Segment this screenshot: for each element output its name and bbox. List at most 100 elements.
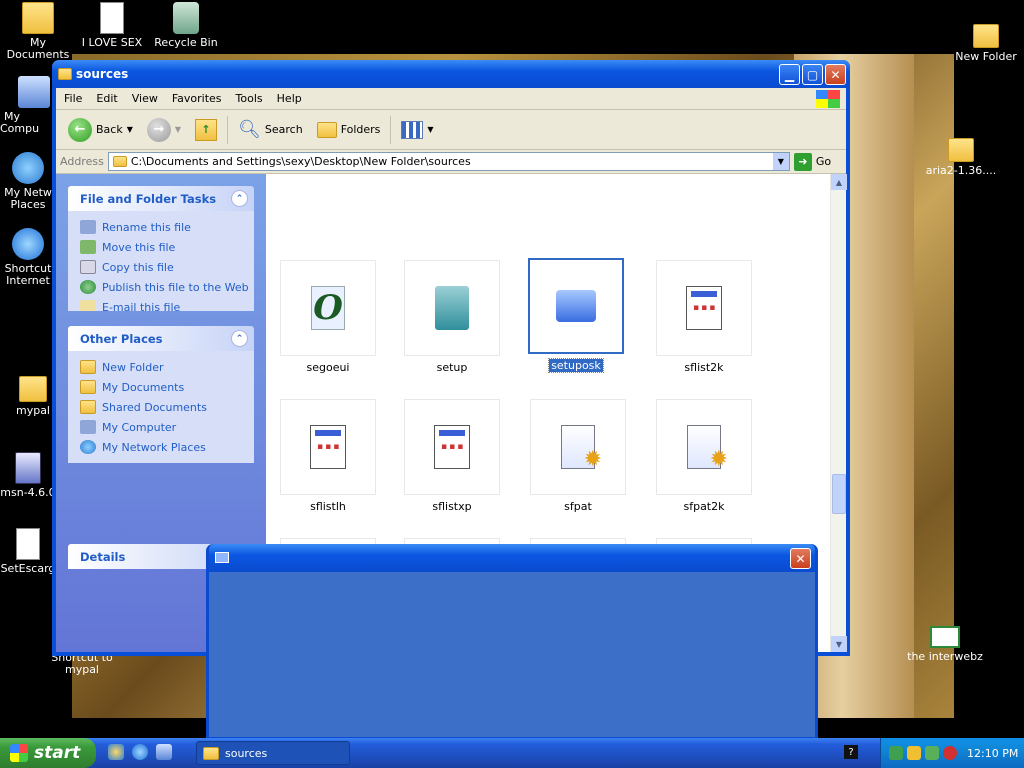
start-button[interactable]: start: [0, 738, 96, 768]
menu-file[interactable]: File: [64, 92, 82, 105]
desktop-icon-new-folder[interactable]: New Folder: [948, 24, 1024, 63]
place-my-network-places[interactable]: My Network Places: [80, 437, 254, 457]
clock[interactable]: 12:10 PM: [967, 747, 1018, 760]
connection-tray-icon[interactable]: [925, 746, 939, 760]
place-new-folder[interactable]: New Folder: [80, 357, 254, 377]
file-item[interactable]: setup: [390, 260, 514, 374]
up-folder-button[interactable]: ↑: [191, 117, 221, 143]
security-shield-icon[interactable]: [907, 746, 921, 760]
folders-icon: [316, 121, 337, 138]
window-title: sources: [76, 67, 129, 81]
move-icon: [80, 240, 96, 254]
maximize-button[interactable]: ▢: [802, 64, 823, 85]
taskbar-button-sources[interactable]: sources: [196, 741, 350, 765]
forward-button[interactable]: → ▼: [143, 116, 185, 144]
quicklaunch-windows-icon[interactable]: [108, 744, 124, 760]
toolbar-separator: [390, 115, 392, 144]
task-copy-file[interactable]: Copy this file: [80, 257, 254, 277]
chevron-down-icon: ▼: [427, 125, 434, 134]
window-titlebar[interactable]: sources ▁ ▢ ✕: [52, 60, 850, 88]
place-my-documents[interactable]: My Documents: [80, 377, 254, 397]
osk-icon: [556, 290, 596, 322]
chevron-down-icon: ▼: [174, 125, 182, 134]
address-value: C:\Documents and Settings\sexy\Desktop\N…: [130, 155, 471, 168]
desktop-icon-setescargot[interactable]: SetEscarg: [0, 528, 56, 575]
menu-bar: File Edit View Favorites Tools Help: [56, 88, 846, 110]
folder-icon: [22, 2, 54, 34]
up-folder-icon: ↑: [195, 118, 218, 141]
close-button[interactable]: ✕: [825, 64, 846, 85]
views-button[interactable]: ▼: [397, 119, 437, 141]
folder-icon: [112, 156, 127, 167]
desktop-icon-recycle-bin[interactable]: Recycle Bin: [148, 2, 224, 49]
scroll-up-button[interactable]: ▲: [831, 174, 847, 190]
help-icon[interactable]: ?: [844, 745, 858, 759]
network-tray-icon[interactable]: [889, 746, 903, 760]
dialog-close-button[interactable]: ✕: [790, 548, 811, 569]
desktop-icon-msn[interactable]: msn-4.6.0: [0, 452, 56, 499]
address-input[interactable]: C:\Documents and Settings\sexy\Desktop\N…: [107, 152, 790, 171]
file-folder-tasks-panel: File and Folder Tasks ⌃ Rename this file…: [68, 186, 254, 311]
text-file-icon: [100, 2, 124, 34]
panel-header[interactable]: Other Places ⌃: [68, 326, 254, 351]
back-button[interactable]: ← Back ▼: [64, 116, 137, 144]
computer-icon: [80, 420, 96, 434]
vertical-scrollbar[interactable]: ▲ ▼: [830, 174, 847, 652]
collapse-chevron-icon[interactable]: ⌃: [231, 330, 248, 347]
file-item-selected[interactable]: setuposk: [514, 258, 638, 373]
windows-flag-icon: [10, 744, 28, 762]
computer-icon: [18, 76, 50, 108]
task-rename-file[interactable]: Rename this file: [80, 217, 254, 237]
document-icon: [310, 425, 346, 469]
task-publish-web[interactable]: Publish this file to the Web: [80, 277, 254, 297]
folder-icon: [203, 746, 219, 760]
menu-edit[interactable]: Edit: [96, 92, 117, 105]
file-item[interactable]: sfpat2k: [642, 399, 766, 513]
scroll-thumb[interactable]: [832, 474, 846, 514]
quicklaunch-internet-explorer-icon[interactable]: [132, 744, 148, 760]
collapse-chevron-icon[interactable]: ⌃: [231, 190, 248, 207]
rename-icon: [80, 220, 96, 234]
chevron-down-icon: ▼: [126, 125, 133, 134]
desktop-icon-i-love-sex[interactable]: I LOVE SEX: [74, 2, 150, 49]
toolbar: ← Back ▼ → ▼ ↑ 🔍︎ Search Folders ▼: [56, 110, 846, 150]
keyboard-icon: [215, 552, 229, 563]
go-button[interactable]: ➜ Go: [793, 152, 831, 171]
place-my-computer[interactable]: My Computer: [80, 417, 254, 437]
place-shared-documents[interactable]: Shared Documents: [80, 397, 254, 417]
file-item[interactable]: sflistxp: [390, 399, 514, 513]
menu-favorites[interactable]: Favorites: [172, 92, 222, 105]
file-item[interactable]: sfpat: [516, 399, 640, 513]
menu-help[interactable]: Help: [277, 92, 302, 105]
file-item[interactable]: O segoeui: [266, 260, 390, 374]
scroll-down-button[interactable]: ▼: [831, 636, 847, 652]
forward-arrow-icon: →: [146, 117, 171, 142]
task-email-file[interactable]: E-mail this file: [80, 297, 254, 311]
desktop-icon-shortcut-internet[interactable]: Shortcut Internet: [0, 228, 56, 287]
internet-explorer-icon: [12, 228, 44, 260]
folders-button[interactable]: Folders: [313, 120, 385, 140]
quicklaunch-show-desktop-icon[interactable]: [156, 744, 172, 760]
text-file-icon: [16, 528, 40, 560]
desktop-icon-my-documents[interactable]: My Documents: [0, 2, 76, 61]
minimize-button[interactable]: ▁: [779, 64, 800, 85]
desktop-icon-the-interwebz[interactable]: the interwebz: [904, 626, 986, 663]
search-button[interactable]: 🔍︎ Search: [234, 117, 307, 142]
file-item[interactable]: sflist2k: [642, 260, 766, 374]
address-dropdown-button[interactable]: ▼: [772, 153, 789, 170]
views-icon: [401, 120, 424, 139]
recycle-bin-icon: [173, 2, 199, 34]
email-icon: [80, 300, 96, 311]
menu-view[interactable]: View: [132, 92, 158, 105]
alert-shield-icon[interactable]: [943, 746, 957, 760]
desktop-icon-aria2[interactable]: aria2-1.36....: [922, 138, 1000, 177]
file-item[interactable]: sflistlh: [266, 399, 390, 513]
setup-icon: [435, 286, 469, 330]
dialog-titlebar[interactable]: ✕: [209, 544, 815, 572]
windows-logo-icon: [816, 90, 840, 108]
menu-tools[interactable]: Tools: [236, 92, 263, 105]
task-move-file[interactable]: Move this file: [80, 237, 254, 257]
panel-header[interactable]: File and Folder Tasks ⌃: [68, 186, 254, 211]
desktop-icon-my-computer[interactable]: My Compu: [0, 76, 56, 135]
desktop-icon-my-network-places[interactable]: My Netw Places: [0, 152, 56, 211]
